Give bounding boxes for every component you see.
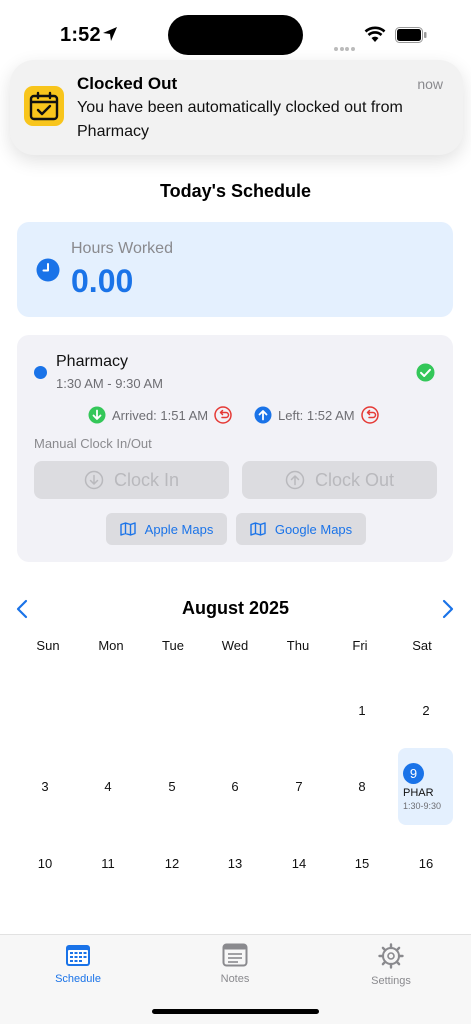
calendar-day[interactable]: 1 <box>337 703 387 718</box>
arrow-up-circle-icon <box>254 406 272 424</box>
shift-color-dot <box>34 366 47 379</box>
calendar-day[interactable]: 15 <box>337 856 387 871</box>
arrow-down-circle-icon <box>84 470 104 490</box>
status-time: 1:52 <box>60 24 101 46</box>
tab-label: Settings <box>371 975 411 987</box>
chevron-right-icon[interactable] <box>440 599 456 619</box>
tab-label: Notes <box>220 973 250 985</box>
day-event-label: PHAR <box>403 787 434 799</box>
clock-in-button[interactable]: Clock In <box>34 461 229 499</box>
apple-maps-label: Apple Maps <box>144 521 214 537</box>
calendar-icon <box>66 945 90 966</box>
shift-card: Pharmacy 1:30 AM - 9:30 AM Arrived: 1:51… <box>17 335 453 562</box>
weekday-label: Thu <box>286 638 310 653</box>
shift-name: Pharmacy <box>56 353 129 370</box>
hours-worked-card: Hours Worked 0.00 <box>17 222 453 317</box>
clock-in-label: Clock In <box>113 469 180 490</box>
calendar-check-icon <box>24 86 64 126</box>
calendar-day[interactable]: 2 <box>401 703 451 718</box>
calendar-day[interactable]: 4 <box>83 779 133 794</box>
arrow-up-circle-icon <box>285 470 305 490</box>
undo-icon[interactable] <box>214 406 232 424</box>
calendar-day[interactable]: 13 <box>210 856 260 871</box>
location-arrow-icon <box>103 27 117 41</box>
cellular-signal-icon <box>334 38 358 51</box>
calendar-day[interactable]: 5 <box>147 779 197 794</box>
calendar-day[interactable]: 11 <box>83 856 133 871</box>
manual-clock-label: Manual Clock In/Out <box>34 436 152 451</box>
calendar-day[interactable]: 14 <box>274 856 324 871</box>
calendar-day[interactable]: 10 <box>20 856 70 871</box>
hours-worked-value: 0.00 <box>71 263 134 299</box>
map-icon <box>250 522 266 536</box>
weekday-label: Tue <box>162 638 184 653</box>
weekday-label: Fri <box>352 638 368 653</box>
apple-maps-button[interactable]: Apple Maps <box>106 513 227 545</box>
notification-body: You have been automatically clocked out … <box>77 99 403 140</box>
map-icon <box>119 522 136 536</box>
calendar-day[interactable]: 6 <box>210 779 260 794</box>
battery-icon <box>395 27 427 43</box>
tab-schedule[interactable]: Schedule <box>33 943 123 985</box>
arrived-status: Arrived: 1:51 AM <box>88 405 232 425</box>
weekday-label: Mon <box>98 638 124 653</box>
notification-banner[interactable]: Clocked Out now You have been automatica… <box>10 60 463 155</box>
notes-icon <box>222 943 248 967</box>
clock-icon <box>36 258 60 282</box>
calendar-day[interactable]: 7 <box>274 779 324 794</box>
calendar-day[interactable]: 3 <box>20 779 70 794</box>
tab-notes[interactable]: Notes <box>190 943 280 985</box>
calendar-day[interactable]: 12 <box>147 856 197 871</box>
shift-hours: 1:30 AM - 9:30 AM <box>56 376 163 391</box>
calendar-month-title: August 2025 <box>181 598 290 618</box>
left-time: Left: 1:52 AM <box>278 407 355 423</box>
calendar-day[interactable]: 8 <box>337 779 387 794</box>
notification-title: Clocked Out <box>77 74 178 93</box>
clock-out-label: Clock Out <box>314 469 395 490</box>
calendar-day-today[interactable]: 9 PHAR 1:30-9:30 <box>398 748 453 825</box>
tab-label: Schedule <box>55 973 101 985</box>
clock-out-button[interactable]: Clock Out <box>242 461 437 499</box>
weekday-label: Sun <box>36 638 60 653</box>
page-title: Today's Schedule <box>160 181 311 201</box>
dynamic-island <box>168 15 303 55</box>
google-maps-button[interactable]: Google Maps <box>236 513 366 545</box>
wifi-icon <box>364 26 386 42</box>
notification-time: now <box>417 76 443 92</box>
arrow-down-circle-icon <box>88 406 106 424</box>
checkmark-circle-icon <box>416 363 435 382</box>
today-day-number: 9 <box>403 763 424 784</box>
status-bar: 1:52 <box>0 0 471 60</box>
home-indicator <box>152 1009 319 1014</box>
arrived-time: Arrived: 1:51 AM <box>112 407 209 423</box>
weekday-label: Sat <box>412 638 432 653</box>
undo-icon[interactable] <box>360 406 379 424</box>
hours-worked-label: Hours Worked <box>71 240 173 257</box>
left-status: Left: 1:52 AM <box>254 405 379 425</box>
tab-settings[interactable]: Settings <box>346 943 436 987</box>
google-maps-label: Google Maps <box>274 521 353 537</box>
gear-icon <box>378 943 404 969</box>
weekday-label: Wed <box>221 638 249 653</box>
calendar-day[interactable]: 16 <box>401 856 451 871</box>
day-event-time: 1:30-9:30 <box>403 801 442 811</box>
